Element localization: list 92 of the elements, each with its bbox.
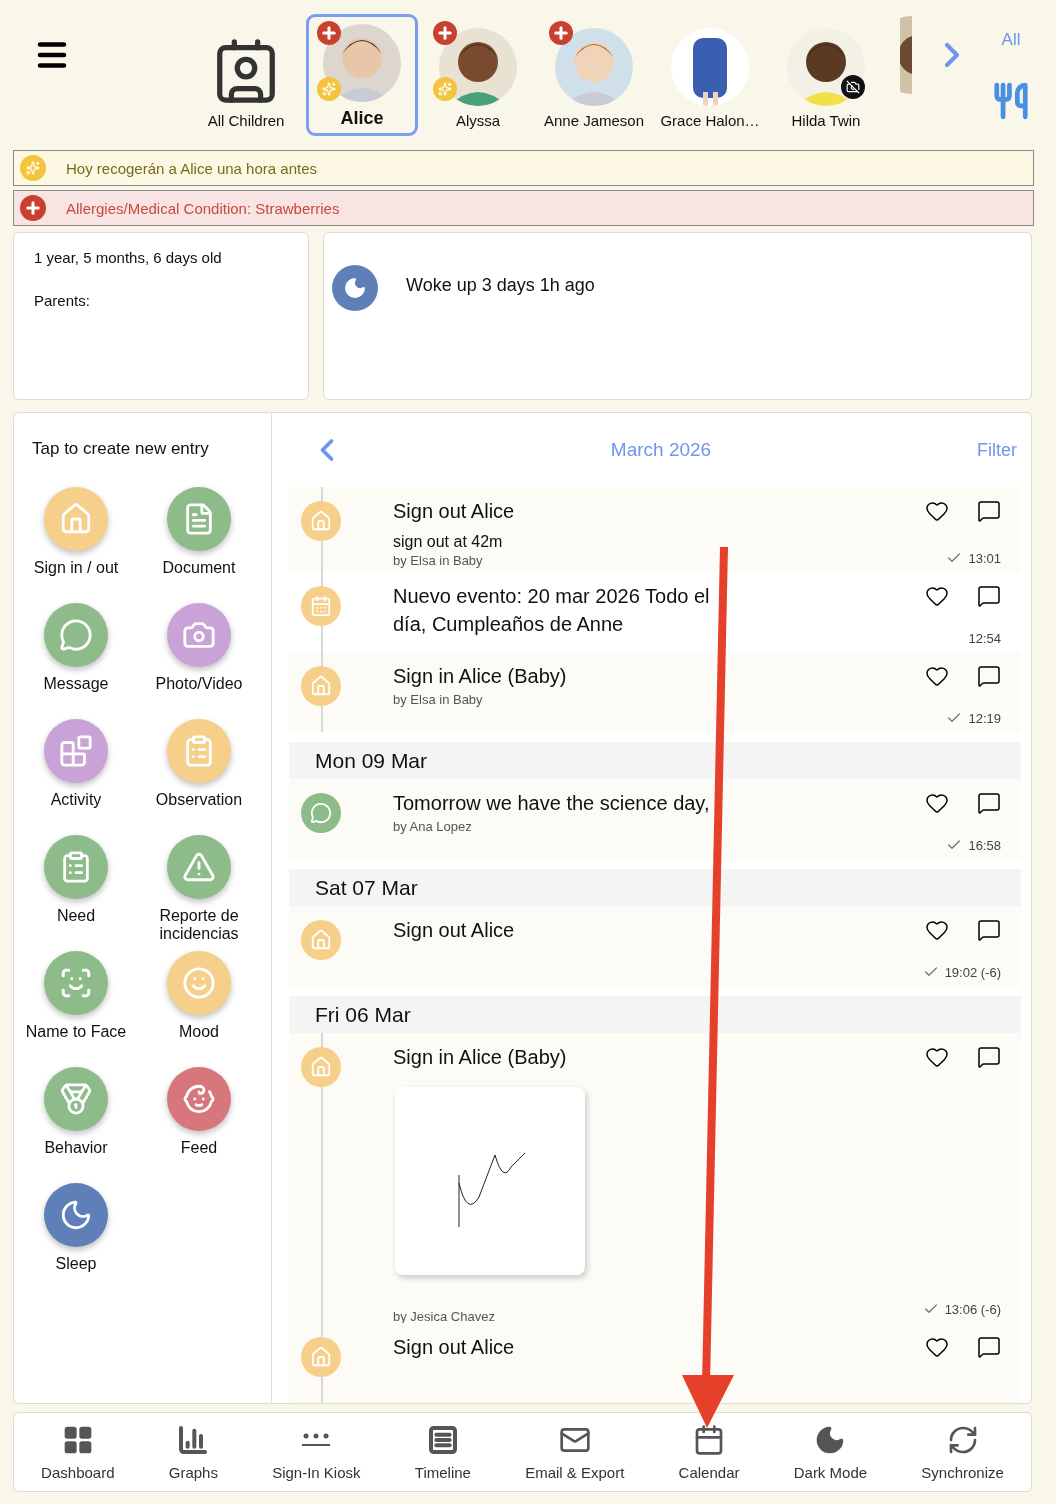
child-tab[interactable]: Alice [306,14,418,136]
entry-title: Sign out Alice [393,1335,516,1360]
child-tab[interactable]: Anne Jameson [538,14,650,136]
entry-type-button[interactable]: Feed [138,1067,260,1167]
child-tab[interactable]: Alyssa [422,14,534,136]
age-text: 1 year, 5 months, 6 days old [34,249,223,266]
message-icon [44,603,108,667]
child-name: Alice [340,108,384,129]
name-face-icon [44,951,108,1015]
entry-author: by Ana Lopez [393,819,473,835]
like-button[interactable] [925,664,949,688]
incident-icon [167,835,231,899]
like-button[interactable] [925,584,949,608]
observation-icon [167,719,231,783]
tab-bar-item[interactable]: Sign-In Kiosk [272,1423,361,1481]
entry-type-button[interactable]: Mood [138,951,260,1051]
tab-bar-item[interactable]: Timeline [414,1423,471,1481]
comment-button[interactable] [977,584,1001,608]
activity-icon [44,719,108,783]
entry-time: 13:01 [968,550,1001,566]
comment-button[interactable] [977,918,1001,943]
entry-time: 12:19 [968,710,1001,726]
photo-icon [167,603,231,667]
child-name: Alyssa [455,112,501,129]
medical-icon [20,195,46,221]
behavior-icon [44,1067,108,1131]
alert-text: Hoy recogerán a Alice una hora antes [66,159,317,177]
moon-icon [332,265,378,311]
sleep-icon [44,1183,108,1247]
entry-type-button[interactable]: Sleep [14,1183,138,1283]
comment-button[interactable] [977,664,1001,688]
comment-button[interactable] [977,1045,1001,1070]
child-name[interactable]: All Children [207,112,285,129]
timeline-icon [426,1423,459,1456]
graphs-icon [177,1423,210,1456]
entry-type-button[interactable]: Need [14,835,138,935]
entry-detail: sign out at 42m [393,533,504,552]
parents-label: Parents: [34,292,91,309]
date-header: Mon 09 Mar [289,742,1021,780]
tab-bar-item[interactable]: Email & Export [525,1423,625,1481]
entry-title: Tomorrow we have the science day, [393,791,711,817]
entry-type-button[interactable]: Document [138,487,260,587]
like-button[interactable] [925,499,949,524]
comment-button[interactable] [977,791,1001,816]
child-tab[interactable]: Grace Halon… [654,14,766,136]
mood-icon [167,951,231,1015]
message-icon [301,793,341,834]
entry-title: Sign out Alice [393,918,516,944]
alert-text: Allergies/Medical Condition: Strawberries [66,199,340,217]
need-icon [44,835,108,899]
entry-time: 16:58 [968,837,1001,853]
comment-button[interactable] [977,499,1001,524]
tab-bar-item[interactable]: Dashboard [41,1423,115,1481]
entry-author: by Elsa in Baby [393,553,484,569]
tab-bar-item[interactable]: Synchronize [921,1423,1004,1481]
date-header: Fri 06 Mar [289,996,1021,1034]
entry-time: 19:02 (-6) [944,964,1001,980]
child-tab[interactable]: Hilda Twin [770,14,882,136]
month-title: March 2026 [610,439,712,462]
note-icon [20,155,46,181]
like-button[interactable] [925,1335,949,1359]
document-icon [167,487,231,551]
entry-title: Sign in Alice (Baby) [393,1045,568,1071]
entry-type-button[interactable]: Name to Face [14,951,138,1051]
entry-time: 12:54 [968,631,1001,646]
entry-type-button[interactable]: Behavior [14,1067,138,1167]
entry-title: Sign in Alice (Baby) [393,664,568,689]
like-button[interactable] [925,791,949,816]
entry-type-button[interactable]: Sign in / out [14,487,138,587]
entry-type-button[interactable]: Activity [14,719,138,819]
entry-author: by Elsa in Baby [393,692,484,707]
event-icon [301,586,341,626]
entry-title: Nuevo evento: 20 mar 2026 Todo el día, Cumpleaños de Anne [393,584,711,637]
status-text: Woke up 3 days 1h ago [406,275,595,296]
tab-bar-item[interactable]: Graphs [168,1423,218,1481]
child-name: Hilda Twin [791,112,861,129]
child-name: Anne Jameson [543,112,645,129]
entry-type-button[interactable]: Photo/Video [138,603,260,703]
date-header: Sat 07 Mar [289,869,1021,907]
entry-author: by Jesica Chavez [393,1309,496,1325]
tab-bar-item[interactable]: Calendar [678,1423,740,1481]
child-name: Grace Halon… [660,112,760,129]
entry-type-button[interactable]: Message [14,603,138,703]
like-button[interactable] [925,918,949,943]
entry-title: Sign out Alice [393,499,516,525]
tab-bar-item[interactable]: Dark Mode [793,1423,868,1481]
entry-time: 13:06 (-6) [944,1301,1001,1317]
section-title: Tap to create new entry [31,439,210,459]
fork-spoon-icon[interactable] [992,82,1030,120]
entry-type-button[interactable]: Observation [138,719,260,819]
like-button[interactable] [925,1045,949,1070]
comment-button[interactable] [977,1335,1001,1359]
